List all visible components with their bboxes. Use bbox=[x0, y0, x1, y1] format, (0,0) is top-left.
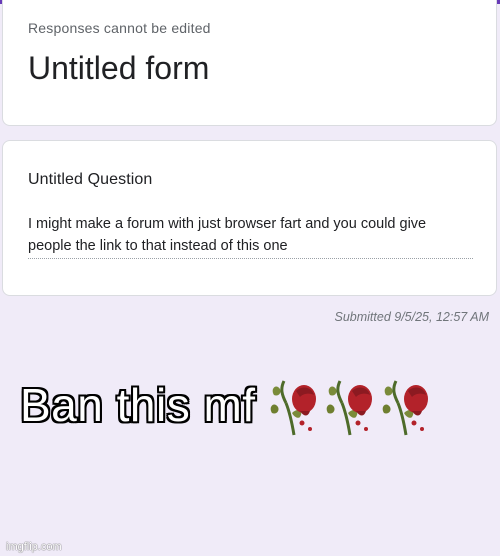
wilted-rose-icon bbox=[380, 373, 432, 437]
meme-caption-row: Ban this mf bbox=[19, 370, 432, 440]
responses-notice: Responses cannot be edited bbox=[28, 20, 211, 36]
wilted-rose-icon bbox=[268, 373, 320, 437]
meme-caption: Ban this mf bbox=[19, 378, 256, 432]
form-title: Untitled form bbox=[28, 50, 210, 86]
rose-group bbox=[268, 373, 432, 437]
submission-timestamp: Submitted 9/5/25, 12:57 AM bbox=[334, 310, 490, 324]
form-header-card: Responses cannot be edited Untitled form bbox=[2, 0, 497, 126]
answer-text: I might make a forum with just browser f… bbox=[28, 213, 473, 259]
wilted-rose-icon bbox=[324, 373, 376, 437]
question-title: Untitled Question bbox=[28, 171, 153, 188]
question-card: Untitled Question I might make a forum w… bbox=[2, 140, 497, 296]
imgflip-watermark: imgflip.com bbox=[6, 541, 62, 553]
